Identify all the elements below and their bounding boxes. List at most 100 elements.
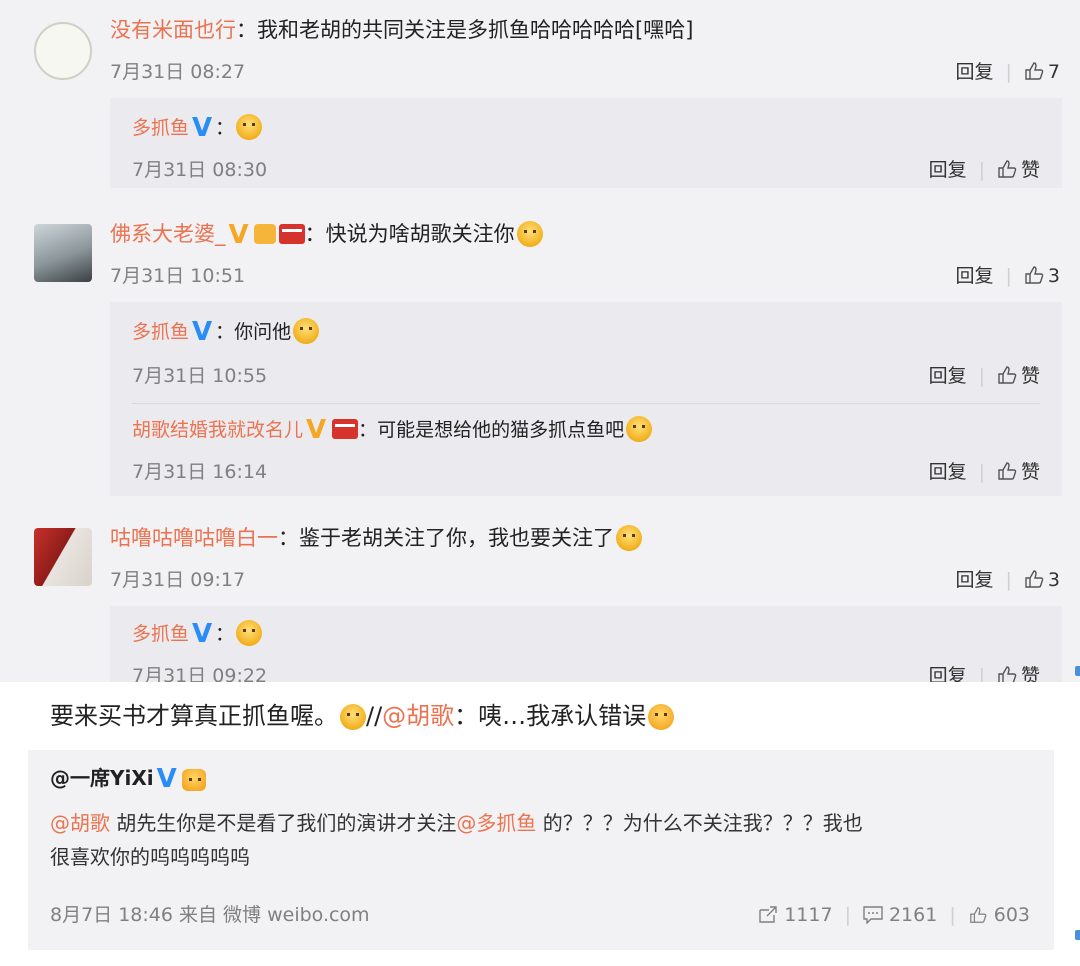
thumbs-up-icon <box>998 160 1017 178</box>
like-button[interactable]: 赞 <box>997 461 1040 483</box>
verified-icon: V <box>156 764 177 794</box>
reply-line: 多抓鱼 V： <box>132 113 263 143</box>
comment-line: 没有米面也行：我和老胡的共同关注是多抓鱼哈哈哈哈哈[嘿哈] <box>110 16 693 44</box>
reply-button[interactable]: 回复 <box>955 61 993 83</box>
comment-actions: 回复 | 3 <box>955 569 1060 591</box>
avatar[interactable] <box>34 224 92 282</box>
reply-actions: 回复 | 赞 <box>928 365 1040 387</box>
post-meta: 8月7日 18:46 来自 微博 weibo.com <box>50 904 370 926</box>
repost-separator: // <box>366 702 383 730</box>
verified-orange-icon: V <box>306 415 327 445</box>
mention-link[interactable]: @多抓鱼 <box>456 811 536 835</box>
comment-text: ：我和老胡的共同关注是多抓鱼哈哈哈哈哈[嘿哈] <box>236 18 694 42</box>
reply-time: 7月31日 16:14 <box>132 461 268 483</box>
reply-text: ：你问他 <box>215 321 292 343</box>
reply-box: 多抓鱼 V ：你问他 7月31日 10:55 回复 | 赞 胡歌结婚我就改名儿 V ：可能是… <box>110 302 1062 496</box>
reply-time: 7月31日 10:55 <box>132 365 268 387</box>
reply-button[interactable]: 回复 <box>929 461 967 483</box>
comment-actions: 回复 | 7 <box>955 61 1060 83</box>
reply-text: ：可能是想给他的猫多抓点鱼吧 <box>358 419 625 441</box>
reply-actions: 回复 | 赞 <box>929 664 1040 682</box>
fan-badge-icon <box>278 224 305 244</box>
avatar[interactable] <box>34 528 92 586</box>
doge-emoji-icon <box>626 416 653 442</box>
replier-name[interactable]: 多抓鱼 <box>132 623 189 645</box>
comment-text: ：快说为啥胡歌关注你 <box>304 222 515 246</box>
reply-button[interactable]: 回复 <box>955 265 993 287</box>
reply-text: ： <box>215 117 235 139</box>
thumbs-up-icon <box>998 666 1017 682</box>
like-label: 赞 <box>1020 665 1040 682</box>
like-label: 赞 <box>1020 461 1040 483</box>
comment-text: ：鉴于老胡关注了你，我也要关注了 <box>278 526 614 550</box>
comment-actions: 回复 | 3 <box>955 265 1060 287</box>
doge-emoji-icon <box>340 704 366 730</box>
reply-divider <box>132 403 1040 404</box>
like-label: 赞 <box>1020 159 1040 181</box>
tongue-emoji-icon <box>648 704 675 730</box>
thumbs-up-icon <box>1025 62 1044 80</box>
comment-button[interactable]: 2161 <box>863 904 937 926</box>
like-button[interactable]: 赞 <box>997 665 1040 682</box>
thumbs-up-icon <box>969 907 987 923</box>
like-count: 3 <box>1047 265 1060 287</box>
comments-panel: 没有米面也行：我和老胡的共同关注是多抓鱼哈哈哈哈哈[嘿哈] 7月31日 08:2… <box>0 0 1080 682</box>
reply-time: 7月31日 08:30 <box>132 159 268 181</box>
post-body-line: @胡歌 胡先生你是不是看了我们的演讲才关注@多抓鱼 的？？？为什么不关注我？？？… <box>50 808 863 838</box>
author-name[interactable]: @一席YiXi <box>50 766 154 790</box>
scroll-marker <box>1075 666 1080 676</box>
doge-emoji-icon <box>236 114 263 140</box>
doge-emoji-icon <box>616 525 642 551</box>
reply-button[interactable]: 回复 <box>929 365 967 387</box>
reply-line: 多抓鱼 V ：你问他 <box>132 317 320 347</box>
verified-icon: V <box>192 317 213 347</box>
like-button[interactable]: 7 <box>1024 61 1060 83</box>
reply-box: 多抓鱼 V： 7月31日 09:22 回复 | 赞 <box>110 606 1062 682</box>
comment-count: 2161 <box>888 904 938 926</box>
reply-text: ： <box>215 623 235 645</box>
doge-emoji-icon <box>293 318 320 344</box>
repost-button[interactable]: 1117 <box>758 904 833 926</box>
replier-name[interactable]: 多抓鱼 <box>132 117 189 139</box>
reply-button[interactable]: 回复 <box>929 665 967 682</box>
reply-button[interactable]: 回复 <box>955 569 993 591</box>
replier-name[interactable]: 多抓鱼 <box>132 321 189 343</box>
verified-orange-icon: V <box>228 220 249 250</box>
comment-line: 咕噜咕噜咕噜白一：鉴于老胡关注了你，我也要关注了 <box>110 524 642 552</box>
member-badge-icon <box>253 224 276 244</box>
reply-button[interactable]: 回复 <box>929 159 967 181</box>
mention-link[interactable]: @胡歌 <box>382 702 454 730</box>
replier-name[interactable]: 胡歌结婚我就改名儿 <box>132 419 303 441</box>
comment-time: 7月31日 10:51 <box>110 265 246 287</box>
like-button[interactable]: 3 <box>1024 265 1060 287</box>
commenter-name[interactable]: 佛系大老婆_ <box>110 222 226 246</box>
doge-emoji-icon <box>236 620 263 646</box>
reply-actions: 回复 | 赞 <box>928 159 1040 181</box>
post-stats: 1117 | 2161 | 603 <box>758 902 1030 928</box>
scroll-marker <box>1075 930 1080 940</box>
repost-quote: ：咦…我承认错误 <box>454 702 647 730</box>
like-button[interactable]: 赞 <box>997 365 1040 387</box>
commenter-name[interactable]: 没有米面也行 <box>110 18 236 42</box>
like-count: 3 <box>1047 569 1060 591</box>
thumbs-up-icon <box>998 462 1017 480</box>
verified-icon: V <box>192 113 213 143</box>
fan-badge-icon <box>332 419 359 439</box>
reply-line: 胡歌结婚我就改名儿 V ：可能是想给他的猫多抓点鱼吧 <box>132 415 653 445</box>
verified-icon: V <box>192 619 213 649</box>
thumbs-up-icon <box>1025 266 1044 284</box>
like-button[interactable]: 603 <box>968 904 1030 926</box>
repost-count: 1117 <box>784 904 833 926</box>
reply-box: 多抓鱼 V： 7月31日 08:30 回复 | 赞 <box>110 98 1062 188</box>
post-text: 的？？？为什么不关注我？？？我也 <box>536 811 863 835</box>
reply-actions: 回复 | 赞 <box>928 461 1040 483</box>
mention-link[interactable]: @胡歌 <box>50 811 110 835</box>
comment-line: 佛系大老婆_ V ：快说为啥胡歌关注你 <box>110 220 543 249</box>
like-button[interactable]: 赞 <box>997 159 1040 181</box>
like-label: 赞 <box>1020 365 1040 387</box>
thumbs-up-icon <box>998 366 1017 384</box>
avatar[interactable] <box>34 22 92 80</box>
like-button[interactable]: 3 <box>1024 569 1060 591</box>
like-count: 7 <box>1047 61 1060 83</box>
commenter-name[interactable]: 咕噜咕噜咕噜白一 <box>110 526 278 550</box>
